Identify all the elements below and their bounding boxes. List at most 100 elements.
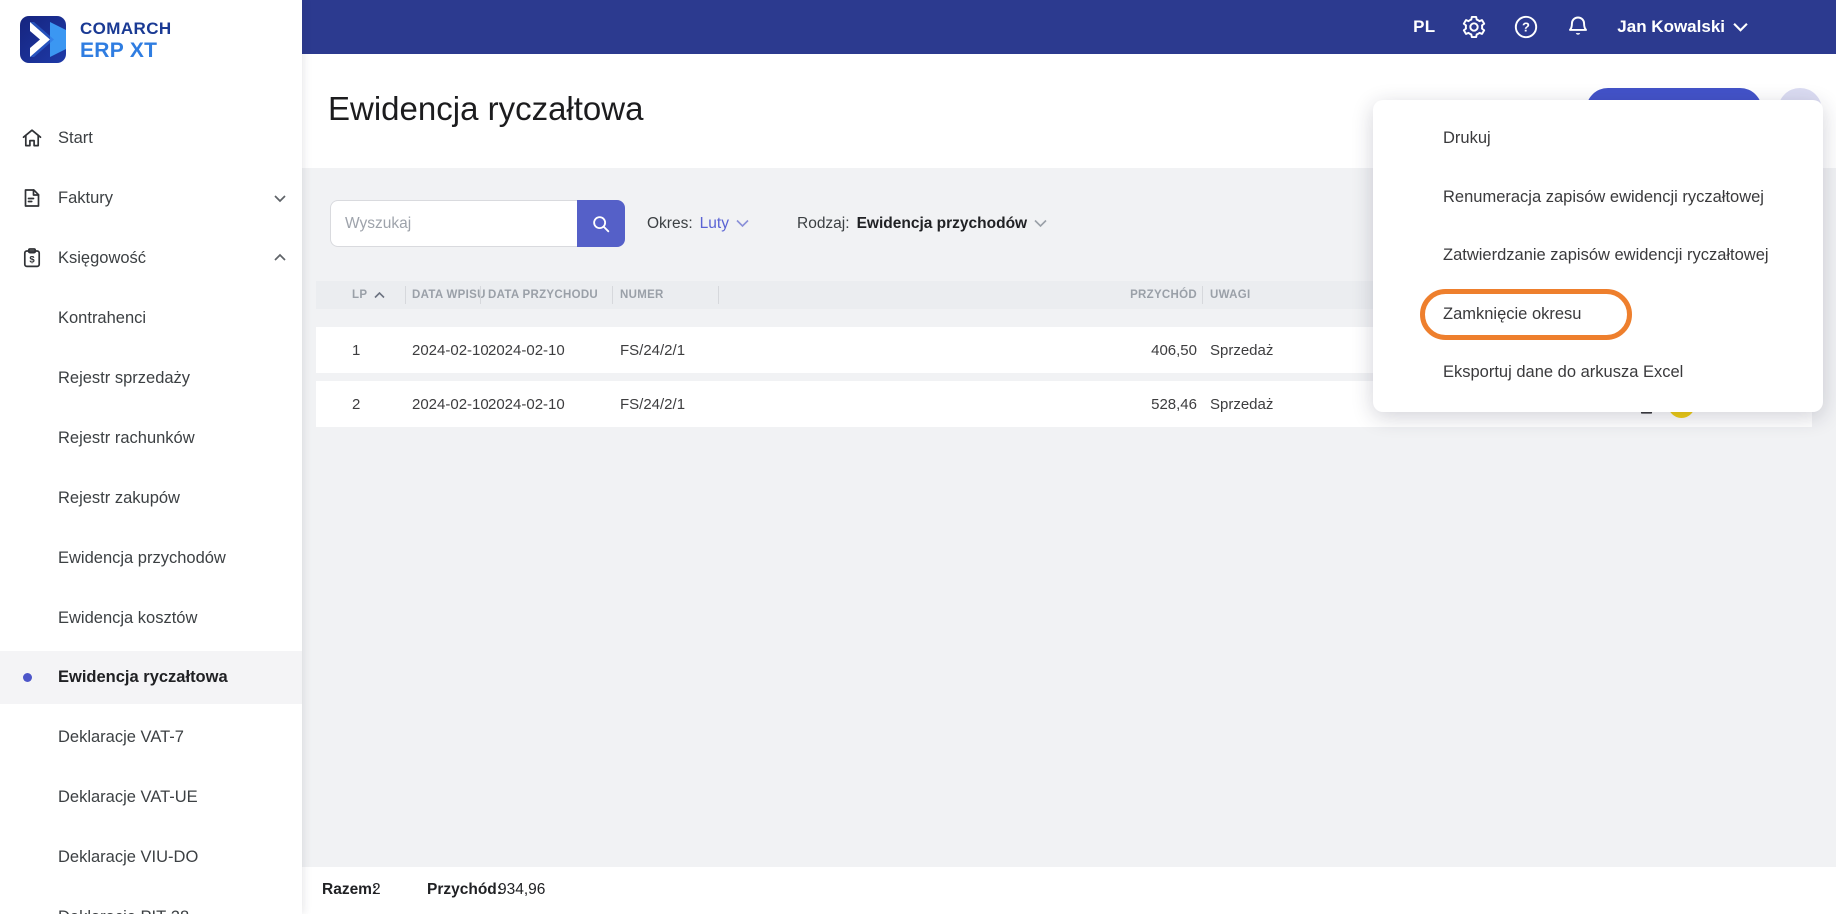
column-label: NUMER (620, 289, 664, 301)
sidebar-item-deklaracje-viudo[interactable]: Deklaracje VIU-DO (0, 833, 302, 881)
menu-item-label: Drukuj (1443, 128, 1491, 147)
sidebar-item-deklaracje-pit28[interactable]: Deklaracje PIT-28 (0, 893, 302, 914)
cell-lp: 2 (352, 395, 361, 413)
column-header-lp[interactable]: LP (352, 281, 385, 309)
sidebar-item-label: Rejestr rachunków (58, 428, 195, 447)
menu-item-label: Renumeracja zapisów ewidencji ryczałtowe… (1443, 187, 1764, 206)
menu-item-drukuj[interactable]: Drukuj (1373, 115, 1823, 161)
cell-data-wpisu: 2024-02-10 (412, 341, 489, 359)
user-name: Jan Kowalski (1617, 17, 1725, 36)
rodzaj-filter[interactable]: Rodzaj: Ewidencja przychodów (797, 200, 1047, 247)
column-divider (405, 286, 406, 304)
rodzaj-value: Ewidencja przychodów (856, 214, 1028, 232)
search-input[interactable] (330, 200, 577, 247)
brand-line1: COMARCH (80, 19, 172, 38)
cell-uwagi: Sprzedaż (1210, 341, 1274, 359)
help-icon[interactable]: ? (1513, 14, 1539, 40)
okres-label: Okres: (647, 214, 693, 232)
sidebar-item-ewidencja-kosztow[interactable]: Ewidencja kosztów (0, 594, 302, 642)
column-header-przychod[interactable]: PRZYCHÓD (1056, 281, 1197, 309)
column-divider (612, 286, 613, 304)
rodzaj-label: Rodzaj: (797, 214, 850, 232)
comarch-logo-icon (20, 16, 66, 63)
chevron-down-icon (1733, 23, 1748, 32)
sidebar-item-rejestr-rachunkow[interactable]: Rejestr rachunków (0, 414, 302, 462)
column-header-uwagi[interactable]: UWAGI (1210, 281, 1250, 309)
user-menu[interactable]: Jan Kowalski (1617, 17, 1748, 37)
razem-value: 2 (372, 881, 381, 898)
column-header-data-wpisu[interactable]: DATA WPISU (412, 281, 486, 309)
sidebar-item-rejestr-zakupow[interactable]: Rejestr zakupów (0, 474, 302, 522)
svg-text:?: ? (1522, 20, 1530, 35)
sidebar-item-label: Ewidencja ryczałtowa (58, 668, 228, 686)
column-label: LP (352, 289, 368, 301)
comarch-logo[interactable]: COMARCH ERP XT (20, 16, 172, 63)
sidebar-item-label: Deklaracje VAT-UE (58, 787, 198, 806)
sidebar-item-ewidencja-ryczaltowa-selected[interactable]: Ewidencja ryczałtowa (0, 651, 302, 704)
menu-item-renumeracja[interactable]: Renumeracja zapisów ewidencji ryczałtowe… (1373, 174, 1823, 220)
selected-bullet-icon (23, 673, 32, 682)
sidebar-item-label: Deklaracje PIT-28 (58, 908, 189, 914)
column-divider (480, 286, 481, 304)
sidebar-item-ewidencja-przychodow[interactable]: Ewidencja przychodów (0, 534, 302, 582)
context-menu: Drukuj Renumeracja zapisów ewidencji ryc… (1373, 100, 1823, 412)
page-title: Ewidencja ryczałtowa (328, 90, 644, 127)
cell-uwagi: Sprzedaż (1210, 395, 1274, 413)
cell-przychod: 528,46 (1151, 395, 1197, 413)
brand-line2: ERP XT (80, 39, 158, 62)
sidebar-item-label: Faktury (58, 188, 114, 207)
sidebar-item-label: Deklaracje VIU-DO (58, 847, 199, 866)
okres-filter[interactable]: Okres: Luty (647, 200, 749, 247)
przychod-label: Przychód: (427, 881, 502, 898)
menu-item-label: Zamknięcie okresu (1443, 304, 1582, 323)
menu-item-zamkniecie-okresu[interactable]: Zamknięcie okresu (1373, 291, 1823, 337)
notifications-bell-icon[interactable] (1565, 14, 1591, 40)
sidebar-item-faktury[interactable]: Faktury (0, 174, 302, 222)
cell-przychod: 406,50 (1151, 341, 1197, 359)
home-icon (20, 126, 44, 150)
sidebar-item-label: Rejestr sprzedaży (58, 368, 191, 387)
sidebar-item-label: Start (58, 128, 93, 147)
column-header-numer[interactable]: NUMER (620, 281, 664, 309)
column-header-data-przychodu[interactable]: DATA PRZYCHODU (488, 281, 598, 309)
sidebar-item-start[interactable]: Start (0, 114, 302, 162)
przychod-value: 934,96 (498, 881, 546, 898)
chevron-down-icon (272, 190, 288, 206)
cell-numer: FS/24/2/1 (620, 395, 686, 413)
sidebar-item-label: Rejestr zakupów (58, 488, 180, 507)
settings-gear-icon[interactable] (1461, 14, 1487, 40)
sort-asc-icon (374, 291, 385, 298)
column-label: UWAGI (1210, 289, 1251, 301)
ledger-icon: $ (20, 246, 44, 270)
sidebar-item-ksiegowosc[interactable]: $ Księgowość (0, 234, 302, 282)
menu-item-zatwierdzanie[interactable]: Zatwierdzanie zapisów ewidencji ryczałto… (1373, 232, 1823, 278)
cell-data-wpisu: 2024-02-10 (412, 395, 489, 413)
column-divider (718, 286, 719, 304)
cell-data-przychodu: 2024-02-10 (488, 395, 565, 413)
topbar: PL ? Jan Kowalski (302, 0, 1836, 54)
sidebar-item-label: Księgowość (58, 248, 147, 267)
sidebar-item-label: Deklaracje VAT-7 (58, 727, 184, 746)
sidebar-item-deklaracje-vatue[interactable]: Deklaracje VAT-UE (0, 773, 302, 821)
chevron-up-icon (272, 250, 288, 266)
cell-numer: FS/24/2/1 (620, 341, 686, 359)
search-group (330, 200, 625, 247)
column-label: DATA WPISU (412, 289, 486, 301)
okres-value: Luty (699, 214, 729, 232)
summary-bar: Razem: 2 Przychód: 934,96 (302, 867, 1836, 914)
invoice-icon (20, 186, 44, 210)
search-icon (593, 215, 610, 232)
column-label: DATA PRZYCHODU (488, 289, 599, 301)
razem-label: Razem: (322, 881, 378, 898)
sidebar-item-label: Ewidencja kosztów (58, 608, 198, 627)
language-selector[interactable]: PL (1413, 17, 1435, 37)
sidebar-item-label: Ewidencja przychodów (58, 548, 226, 567)
menu-item-eksportuj-excel[interactable]: Eksportuj dane do arkusza Excel (1373, 349, 1823, 395)
sidebar-item-deklaracje-vat7[interactable]: Deklaracje VAT-7 (0, 713, 302, 761)
sidebar-item-kontrahenci[interactable]: Kontrahenci (0, 294, 302, 342)
column-label: PRZYCHÓD (1130, 289, 1197, 301)
comarch-logo-text: COMARCH ERP XT (80, 16, 172, 61)
search-button[interactable] (577, 200, 625, 247)
column-divider (1202, 286, 1203, 304)
sidebar-item-rejestr-sprzedazy[interactable]: Rejestr sprzedaży (0, 354, 302, 402)
